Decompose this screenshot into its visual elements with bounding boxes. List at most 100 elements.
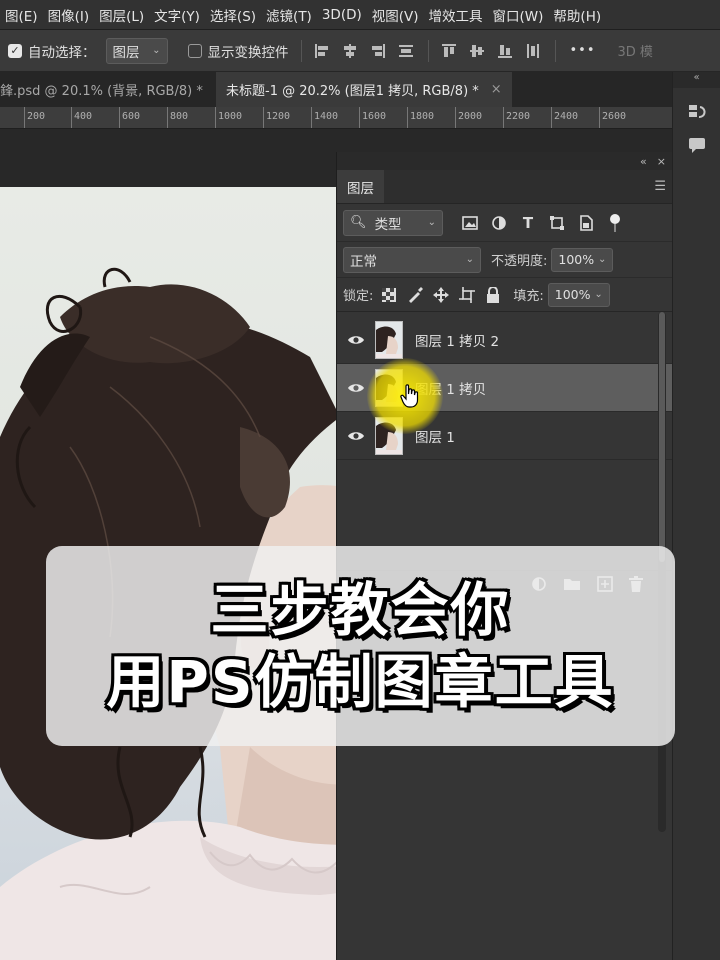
scrollbar-thumb[interactable] bbox=[659, 312, 665, 562]
adjustment-filter-icon[interactable] bbox=[490, 214, 508, 232]
tab-background-doc[interactable]: 鋒.psd @ 20.1% (背景, RGB/8) * × bbox=[0, 72, 226, 107]
tab-label: 鋒.psd @ 20.1% (背景, RGB/8) * bbox=[0, 84, 203, 99]
ruler-label: 1800 bbox=[410, 111, 435, 122]
blend-mode-value: 正常 bbox=[350, 253, 377, 270]
divider bbox=[300, 39, 302, 62]
menu-view[interactable]: 视图(V) bbox=[367, 5, 424, 25]
image-filter-icon[interactable] bbox=[461, 214, 479, 232]
menu-help[interactable]: 帮助(H) bbox=[548, 5, 606, 25]
ruler-label: 1000 bbox=[218, 111, 243, 122]
menu-type[interactable]: 文字(Y) bbox=[149, 5, 205, 25]
chevron-down-icon: ⌄ bbox=[598, 254, 607, 265]
ruler-label: 1200 bbox=[266, 111, 291, 122]
close-icon[interactable]: × bbox=[491, 82, 502, 97]
opacity-field[interactable]: 100% ⌄ bbox=[551, 247, 614, 272]
opacity-label: 不透明度: bbox=[491, 254, 548, 269]
layer-row[interactable]: 图层 1 拷贝 2 bbox=[337, 316, 672, 364]
close-icon[interactable]: × bbox=[657, 155, 666, 168]
ruler-label: 1400 bbox=[314, 111, 339, 122]
distribute-icon[interactable] bbox=[397, 42, 415, 60]
type-filter-icon[interactable]: T bbox=[519, 214, 537, 232]
search-icon: 🔍︎ bbox=[350, 215, 367, 230]
comments-icon[interactable] bbox=[682, 130, 712, 160]
ruler-label: 2000 bbox=[458, 111, 483, 122]
layer-name: 图层 1 拷贝 2 bbox=[415, 333, 500, 350]
ruler-label: 1600 bbox=[362, 111, 387, 122]
more-options-button[interactable]: ••• bbox=[570, 43, 596, 58]
ruler-label: 2200 bbox=[506, 111, 531, 122]
ruler-tick bbox=[503, 107, 504, 128]
menu-window[interactable]: 窗口(W) bbox=[488, 5, 549, 25]
menu-3d[interactable]: 3D(D) bbox=[317, 7, 367, 23]
show-transform-checkbox[interactable] bbox=[187, 43, 202, 58]
collapse-dock-icon[interactable]: « bbox=[673, 72, 720, 88]
menu-edit[interactable]: 图(E) bbox=[0, 5, 43, 25]
ruler-label: 200 bbox=[27, 111, 46, 122]
ruler-tick bbox=[167, 107, 168, 128]
horizontal-ruler[interactable]: 200 400 600 800 1000 1200 1400 1600 1800… bbox=[0, 107, 672, 129]
lock-row: 锁定: 填充: 100% ⌄ bbox=[337, 278, 672, 312]
tab-untitled-doc[interactable]: 未标题-1 @ 20.2% (图层1 拷贝, RGB/8) * × bbox=[216, 72, 512, 107]
lock-transparent-icon[interactable] bbox=[381, 287, 397, 303]
tab-layers[interactable]: 图层 bbox=[337, 170, 384, 203]
distribute-vertical-icon[interactable] bbox=[524, 42, 542, 60]
menu-select[interactable]: 选择(S) bbox=[205, 5, 261, 25]
shape-filter-icon[interactable] bbox=[548, 214, 566, 232]
menu-layer[interactable]: 图层(L) bbox=[94, 5, 149, 25]
menu-plugins[interactable]: 增效工具 bbox=[424, 5, 488, 25]
ruler-tick bbox=[311, 107, 312, 128]
menu-filter[interactable]: 滤镜(T) bbox=[261, 5, 317, 25]
align-top-icon[interactable] bbox=[440, 42, 458, 60]
chevron-down-icon: ⌄ bbox=[427, 217, 436, 228]
align-left-icon[interactable] bbox=[313, 42, 331, 60]
filter-kind-value: 类型 bbox=[374, 216, 402, 233]
lock-pixels-icon[interactable] bbox=[407, 286, 424, 303]
layer-thumbnail bbox=[375, 320, 403, 359]
align-right-icon[interactable] bbox=[369, 42, 387, 60]
fill-field[interactable]: 100% ⌄ bbox=[547, 282, 610, 307]
auto-select-target-dropdown[interactable]: 图层 ⌄ bbox=[105, 37, 168, 64]
title-overlay: 三步教会你 用PS仿制图章工具 bbox=[46, 546, 675, 746]
ruler-tick bbox=[71, 107, 72, 128]
blend-mode-dropdown[interactable]: 正常 ⌄ bbox=[343, 246, 481, 273]
panel-menu-icon[interactable]: ☰ bbox=[654, 170, 666, 203]
align-vertical-group bbox=[435, 42, 547, 60]
menu-bar: 图(E) 图像(I) 图层(L) 文字(Y) 选择(S) 滤镜(T) 3D(D)… bbox=[0, 0, 720, 30]
right-dock: « bbox=[672, 72, 720, 960]
fill-label: 填充: bbox=[513, 289, 544, 304]
filter-kind-dropdown[interactable]: 🔍︎ 类型 ⌄ bbox=[343, 209, 443, 236]
ruler-tick bbox=[599, 107, 600, 128]
hand-cursor-icon bbox=[400, 384, 420, 412]
title-line-2: 用PS仿制图章工具 bbox=[106, 648, 615, 716]
divider bbox=[554, 39, 556, 62]
visibility-eye-icon[interactable] bbox=[337, 430, 375, 442]
history-icon[interactable] bbox=[682, 98, 712, 128]
lock-all-icon[interactable] bbox=[485, 286, 501, 303]
collapse-panel-icon[interactable]: « bbox=[640, 155, 647, 168]
visibility-eye-icon[interactable] bbox=[337, 334, 375, 346]
ruler-label: 2600 bbox=[602, 111, 627, 122]
ruler-tick bbox=[551, 107, 552, 128]
ruler-tick bbox=[263, 107, 264, 128]
ruler-tick bbox=[455, 107, 456, 128]
ruler-label: 800 bbox=[170, 111, 189, 122]
smart-object-filter-icon[interactable] bbox=[577, 214, 595, 232]
menu-image[interactable]: 图像(I) bbox=[43, 5, 95, 25]
auto-select-label: 自动选择： bbox=[28, 44, 96, 61]
auto-select-target-value: 图层 bbox=[112, 44, 140, 61]
lock-position-icon[interactable] bbox=[433, 286, 450, 303]
options-bar: ✓ 自动选择： 图层 ⌄ 显示变换控件 ••• 3D 模 bbox=[0, 30, 720, 72]
chevron-down-icon: ⌄ bbox=[465, 254, 474, 265]
lock-artboard-icon[interactable] bbox=[459, 286, 476, 303]
align-center-icon[interactable] bbox=[341, 42, 359, 60]
filter-toggle-icon[interactable] bbox=[606, 213, 624, 232]
document-tabs: 鋒.psd @ 20.1% (背景, RGB/8) * × 未标题-1 @ 20… bbox=[0, 72, 672, 107]
divider bbox=[427, 39, 429, 62]
ruler-tick bbox=[407, 107, 408, 128]
align-bottom-icon[interactable] bbox=[496, 42, 514, 60]
align-middle-icon[interactable] bbox=[468, 42, 486, 60]
auto-select-checkbox[interactable]: ✓ bbox=[8, 43, 22, 58]
chevron-down-icon: ⌄ bbox=[152, 45, 161, 56]
ruler-tick bbox=[359, 107, 360, 128]
opacity-value: 100% bbox=[558, 252, 595, 267]
